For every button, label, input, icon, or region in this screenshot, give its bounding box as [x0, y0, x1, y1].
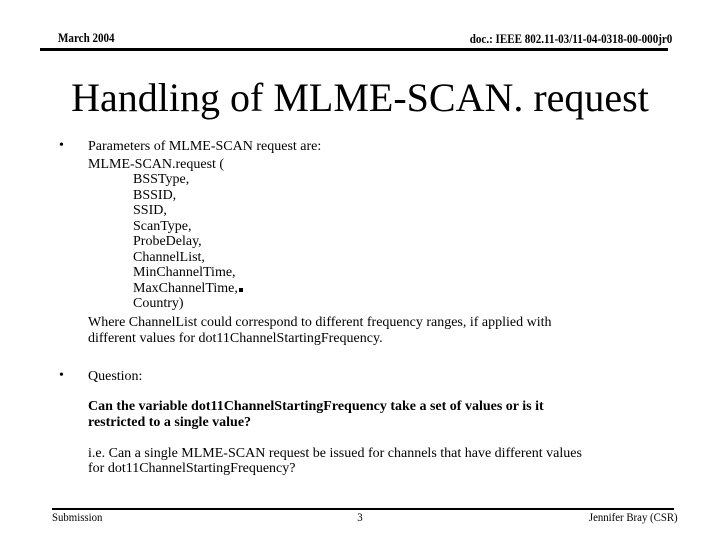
footer-rule	[52, 508, 674, 510]
footer-author: Jennifer Bray (CSR)	[589, 510, 678, 524]
param-text: MinChannelTime,	[133, 265, 236, 280]
note-line: different values for dot11ChannelStartin…	[88, 331, 383, 346]
clarification-text: i.e. Can a single MLME-SCAN request be i…	[88, 446, 582, 461]
param-item: MaxChannelTime,	[133, 281, 243, 297]
param-item: BSSType,	[133, 172, 190, 187]
param-item: ProbeDelay,	[133, 234, 202, 249]
header-rule	[40, 48, 668, 51]
param-item: Country)	[133, 296, 184, 311]
clarification-text: for dot11ChannelStartingFrequency?	[88, 461, 296, 476]
footer-page-number: 3	[357, 510, 363, 524]
param-text: MaxChannelTime,	[133, 281, 238, 296]
note-line: Where ChannelList could correspond to di…	[88, 315, 552, 330]
bullet-1-intro: Parameters of MLME-SCAN request are:	[88, 139, 322, 154]
text-cursor-icon	[238, 288, 243, 292]
param-item: ScanType,	[133, 219, 192, 234]
call-open: MLME-SCAN.request (	[88, 157, 225, 172]
param-item: ChannelList,	[133, 250, 205, 265]
param-item: BSSID,	[133, 188, 177, 203]
question-text: Can the variable dot11ChannelStartingFre…	[88, 399, 544, 414]
param-item: MinChannelTime,	[133, 265, 236, 281]
bullet-icon: •	[59, 138, 64, 153]
question-text: restricted to a single value?	[88, 415, 252, 430]
bullet-icon: •	[59, 368, 64, 383]
footer-submission: Submission	[52, 510, 103, 524]
header-doc-id: doc.: IEEE 802.11-03/11-04-0318-00-000jr…	[469, 31, 672, 46]
header-date: March 2004	[58, 30, 115, 45]
slide-title: Handling of MLME-SCAN. request	[71, 75, 649, 120]
param-item: SSID,	[133, 203, 167, 218]
question-label: Question:	[88, 369, 143, 384]
